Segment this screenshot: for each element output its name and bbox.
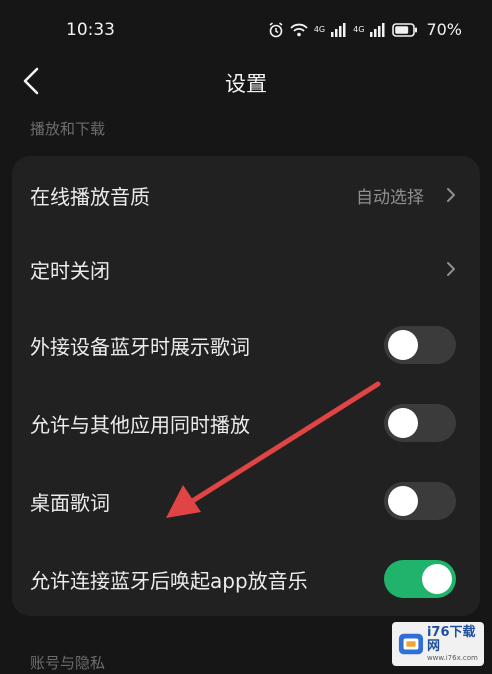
- setting-row-desktop-lyrics: 桌面歌词: [12, 462, 480, 540]
- status-bar: 10:33 4G 4G 70%: [0, 0, 492, 56]
- setting-row-bluetooth-lyrics: 外接设备蓝牙时展示歌词: [12, 306, 480, 384]
- setting-row-simultaneous-play: 允许与其他应用同时播放: [12, 384, 480, 462]
- setting-row-audio-quality[interactable]: 在线播放音质 自动选择: [12, 156, 480, 234]
- status-time: 10:33: [66, 20, 115, 40]
- site-logo-icon: [398, 633, 424, 655]
- cell-signal-icon: [331, 22, 347, 37]
- settings-card: 在线播放音质 自动选择 定时关闭 外接设备蓝牙时展示歌词 允许与其他应用同时播放…: [12, 156, 480, 616]
- toggle-knob: [388, 408, 418, 438]
- cell-signal-icon: [370, 22, 386, 37]
- alarm-icon: [268, 21, 284, 38]
- page-title: 设置: [225, 72, 267, 96]
- setting-label: 允许与其他应用同时播放: [30, 412, 250, 437]
- chevron-right-icon: [447, 188, 455, 202]
- bluetooth-autoplay-toggle[interactable]: [384, 560, 456, 598]
- setting-row-sleep-timer[interactable]: 定时关闭: [12, 230, 480, 308]
- setting-row-bluetooth-autoplay: 允许连接蓝牙后唤起app放音乐: [12, 540, 480, 618]
- bluetooth-lyrics-toggle[interactable]: [384, 326, 456, 364]
- setting-label: 在线播放音质: [30, 184, 150, 209]
- setting-label: 桌面歌词: [30, 490, 110, 515]
- toggle-knob: [388, 486, 418, 516]
- site-watermark: i76下载网 www.i76x.com: [392, 622, 484, 666]
- setting-value: 自动选择: [356, 187, 424, 208]
- chevron-right-icon: [447, 262, 455, 276]
- signal-label-2: 4G: [353, 25, 365, 34]
- section-label-playback: 播放和下载: [30, 120, 106, 138]
- toggle-knob: [422, 564, 452, 594]
- nav-bar: 设置: [0, 56, 492, 112]
- battery-icon: [392, 22, 418, 37]
- setting-label: 定时关闭: [30, 258, 110, 283]
- status-icons: 4G 4G 70%: [268, 20, 462, 39]
- watermark-sub: www.i76x.com: [426, 653, 478, 662]
- battery-percent: 70%: [426, 20, 462, 39]
- signal-label-1: 4G: [313, 25, 326, 34]
- section-label-account-privacy: 账号与隐私: [30, 654, 106, 672]
- toggle-knob: [388, 330, 418, 360]
- watermark-main: i76下载网: [426, 624, 476, 654]
- setting-label: 允许连接蓝牙后唤起app放音乐: [30, 568, 308, 593]
- simultaneous-play-toggle[interactable]: [384, 404, 456, 442]
- desktop-lyrics-toggle[interactable]: [384, 482, 456, 520]
- setting-label: 外接设备蓝牙时展示歌词: [30, 334, 250, 359]
- wifi-icon: [290, 23, 308, 37]
